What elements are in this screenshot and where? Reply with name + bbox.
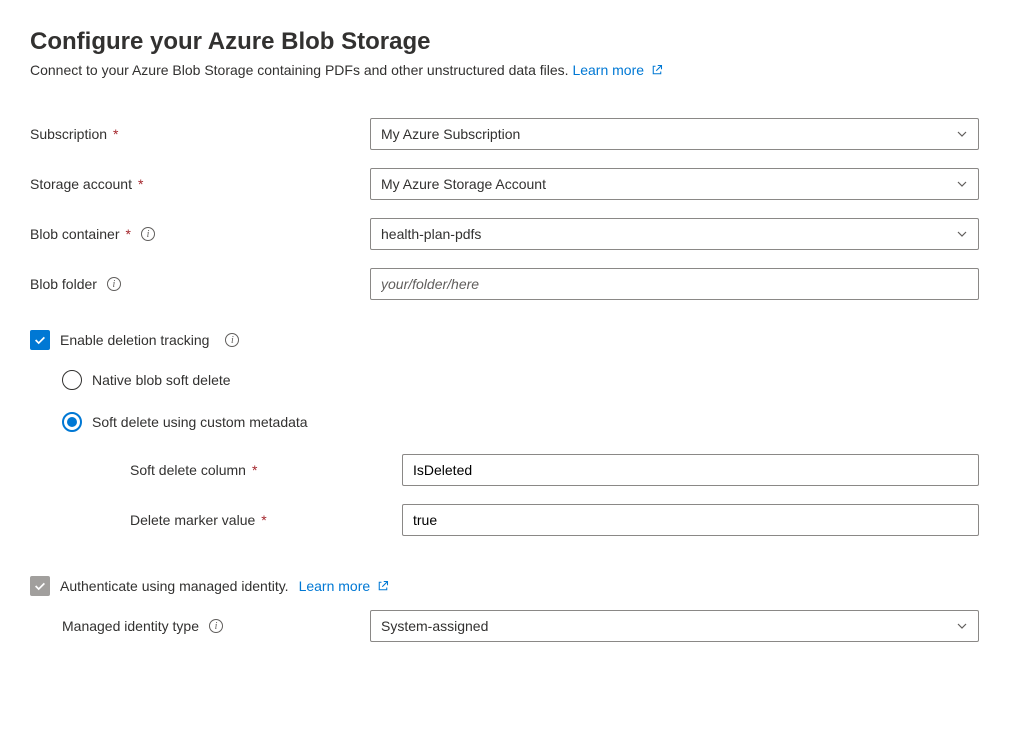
auth-learn-more-link[interactable]: Learn more	[299, 578, 389, 594]
radio-native-soft-delete[interactable]: Native blob soft delete	[62, 370, 979, 390]
soft-delete-column-label: Soft delete column	[130, 462, 246, 478]
info-icon[interactable]: i	[141, 227, 155, 241]
enable-deletion-checkbox[interactable]	[30, 330, 50, 350]
required-asterisk: *	[113, 126, 118, 142]
chevron-down-icon	[956, 620, 968, 632]
external-link-icon	[377, 580, 389, 592]
subscription-dropdown[interactable]: My Azure Subscription	[370, 118, 979, 150]
subscription-label: Subscription	[30, 126, 107, 142]
managed-identity-type-value: System-assigned	[381, 618, 488, 634]
required-asterisk: *	[261, 512, 266, 528]
chevron-down-icon	[956, 228, 968, 240]
blob-container-label: Blob container	[30, 226, 120, 242]
radio-icon	[62, 412, 82, 432]
blob-folder-input[interactable]	[370, 268, 979, 300]
delete-marker-label: Delete marker value	[130, 512, 255, 528]
soft-delete-column-input[interactable]	[402, 454, 979, 486]
check-icon	[33, 579, 47, 593]
external-link-icon	[651, 64, 663, 76]
managed-identity-type-label: Managed identity type	[62, 618, 199, 634]
blob-container-dropdown[interactable]: health-plan-pdfs	[370, 218, 979, 250]
managed-identity-type-dropdown[interactable]: System-assigned	[370, 610, 979, 642]
required-asterisk: *	[138, 176, 143, 192]
chevron-down-icon	[956, 178, 968, 190]
description-text: Connect to your Azure Blob Storage conta…	[30, 62, 569, 78]
managed-identity-checkbox[interactable]	[30, 576, 50, 596]
storage-account-dropdown[interactable]: My Azure Storage Account	[370, 168, 979, 200]
blob-folder-label: Blob folder	[30, 276, 97, 292]
info-icon[interactable]: i	[225, 333, 239, 347]
subscription-value: My Azure Subscription	[381, 126, 520, 142]
storage-account-label: Storage account	[30, 176, 132, 192]
managed-identity-label: Authenticate using managed identity.	[60, 578, 289, 594]
chevron-down-icon	[956, 128, 968, 140]
radio-custom-metadata[interactable]: Soft delete using custom metadata	[62, 412, 979, 432]
required-asterisk: *	[252, 462, 257, 478]
info-icon[interactable]: i	[107, 277, 121, 291]
delete-marker-input[interactable]	[402, 504, 979, 536]
radio-custom-label: Soft delete using custom metadata	[92, 414, 308, 430]
radio-icon	[62, 370, 82, 390]
required-asterisk: *	[126, 226, 131, 242]
storage-account-value: My Azure Storage Account	[381, 176, 546, 192]
blob-container-value: health-plan-pdfs	[381, 226, 481, 242]
check-icon	[33, 333, 47, 347]
info-icon[interactable]: i	[209, 619, 223, 633]
page-description: Connect to your Azure Blob Storage conta…	[30, 62, 979, 78]
learn-more-link[interactable]: Learn more	[572, 62, 662, 78]
radio-native-label: Native blob soft delete	[92, 372, 231, 388]
enable-deletion-label: Enable deletion tracking	[60, 332, 209, 348]
page-title: Configure your Azure Blob Storage	[30, 28, 979, 56]
